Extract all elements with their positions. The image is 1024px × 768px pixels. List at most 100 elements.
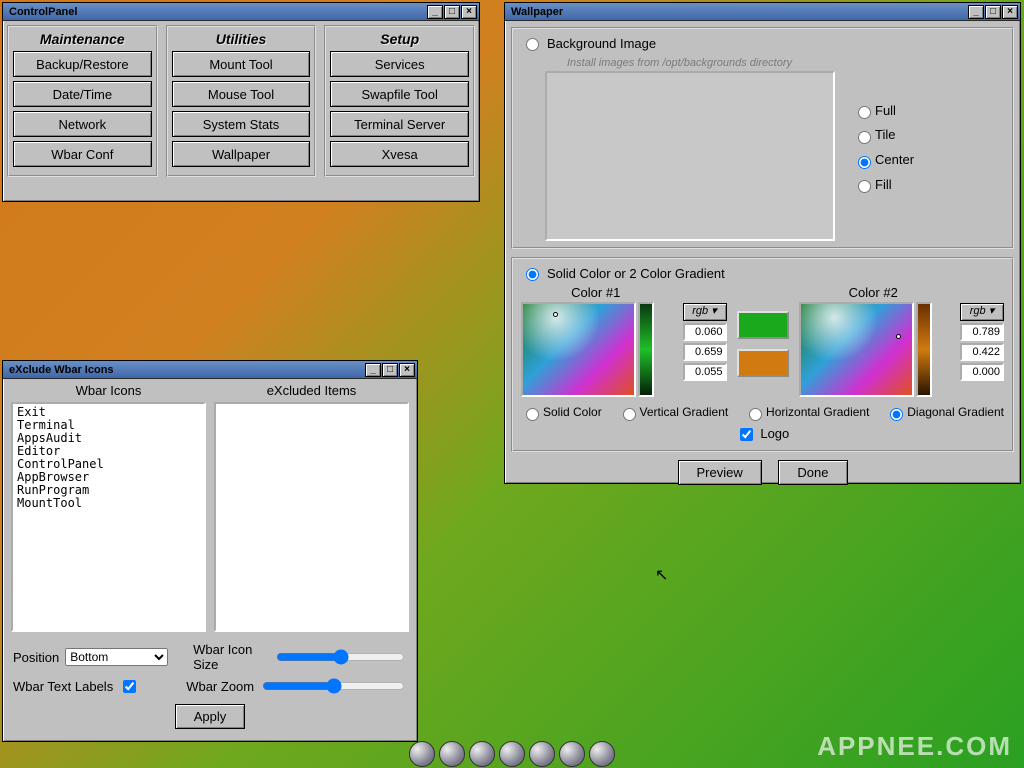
color2-huebar[interactable]: [916, 302, 932, 397]
group-heading: Utilities: [172, 31, 311, 47]
taskbar-icon[interactable]: [529, 741, 555, 767]
taskbar-icon[interactable]: [439, 741, 465, 767]
background-hint: Install images from /opt/backgrounds dir…: [567, 57, 792, 69]
title-wallpaper: Wallpaper: [511, 6, 563, 18]
titlebar-wallpaper[interactable]: Wallpaper _ □ ×: [505, 3, 1020, 21]
background-image-section: Background Image Install images from /op…: [511, 27, 1014, 249]
wbar-icons-list[interactable]: ExitTerminalAppsAuditEditorControlPanelA…: [11, 402, 206, 632]
color2-picker: Color #2: [799, 285, 949, 397]
maximize-button[interactable]: □: [985, 5, 1001, 19]
cp-button-swapfile-tool[interactable]: Swapfile Tool: [330, 81, 469, 107]
minimize-button[interactable]: _: [968, 5, 984, 19]
textlabels-label: Wbar Text Labels: [13, 679, 113, 694]
position-label: Position: [13, 650, 59, 665]
bgmode-radio-fill[interactable]: [858, 180, 871, 193]
maximize-button[interactable]: □: [382, 363, 398, 377]
cp-button-mount-tool[interactable]: Mount Tool: [172, 51, 311, 77]
swatch-color1[interactable]: [737, 311, 789, 339]
taskbar-icon[interactable]: [589, 741, 615, 767]
cp-button-network[interactable]: Network: [13, 111, 152, 137]
cp-button-system-stats[interactable]: System Stats: [172, 111, 311, 137]
zoom-slider[interactable]: [262, 678, 405, 694]
color2-g-input[interactable]: [960, 343, 1004, 361]
bgmode-radio-tile[interactable]: [858, 131, 871, 144]
cp-button-wbar-conf[interactable]: Wbar Conf: [13, 141, 152, 167]
color1-gradient[interactable]: [521, 302, 636, 397]
color1-huebar[interactable]: [638, 302, 654, 397]
close-button[interactable]: ×: [461, 5, 477, 19]
cp-button-terminal-server[interactable]: Terminal Server: [330, 111, 469, 137]
cp-button-xvesa[interactable]: Xvesa: [330, 141, 469, 167]
close-button[interactable]: ×: [399, 363, 415, 377]
color2-r-input[interactable]: [960, 323, 1004, 341]
excluded-items-list[interactable]: [214, 402, 409, 632]
gradtype-horizontal-gradient[interactable]: Horizontal Gradient: [744, 405, 869, 421]
minimize-button[interactable]: _: [365, 363, 381, 377]
bgmode-radio-center[interactable]: [858, 156, 871, 169]
wbar-icons-label: Wbar Icons: [11, 383, 206, 398]
window-controlpanel: ControlPanel _ □ × MaintenanceBackup/Res…: [2, 2, 480, 202]
taskbar-icon[interactable]: [499, 741, 525, 767]
iconsize-slider[interactable]: [276, 649, 405, 665]
cursor-icon: ↖: [655, 565, 668, 585]
textlabels-checkbox[interactable]: [123, 680, 136, 693]
color1-r-input[interactable]: [683, 323, 727, 341]
color1-label: Color #1: [521, 285, 671, 300]
taskbar-icon[interactable]: [559, 741, 585, 767]
cp-button-services[interactable]: Services: [330, 51, 469, 77]
list-item[interactable]: MountTool: [17, 497, 200, 510]
maximize-button[interactable]: □: [444, 5, 460, 19]
bgmode-full[interactable]: Full: [853, 103, 914, 120]
titlebar-exclude[interactable]: eXclude Wbar Icons _ □ ×: [3, 361, 417, 379]
window-exclude-wbar: eXclude Wbar Icons _ □ × Wbar Icons Exit…: [2, 360, 418, 742]
bgmode-center[interactable]: Center: [853, 152, 914, 169]
color-gradient-label: Solid Color or 2 Color Gradient: [547, 266, 725, 281]
color1-picker: Color #1: [521, 285, 671, 397]
cp-button-backup-restore[interactable]: Backup/Restore: [13, 51, 152, 77]
title-exclude: eXclude Wbar Icons: [9, 364, 114, 376]
gradtype-vertical-gradient[interactable]: Vertical Gradient: [618, 405, 729, 421]
bgmode-radio-full[interactable]: [858, 106, 871, 119]
rgb-mode-2[interactable]: rgb ▾: [960, 303, 1004, 321]
apply-button[interactable]: Apply: [175, 704, 246, 729]
color2-gradient[interactable]: [799, 302, 914, 397]
gradtype-radio[interactable]: [890, 408, 903, 421]
done-button[interactable]: Done: [778, 460, 847, 485]
background-preview[interactable]: Install images from /opt/backgrounds dir…: [545, 71, 835, 241]
watermark: APPNEE.COM: [817, 731, 1012, 762]
gradtype-radio[interactable]: [526, 408, 539, 421]
position-select[interactable]: Bottom: [65, 648, 167, 666]
minimize-button[interactable]: _: [427, 5, 443, 19]
group-heading: Setup: [330, 31, 469, 47]
rgb-mode-1[interactable]: rgb ▾: [683, 303, 727, 321]
swatch-color2[interactable]: [737, 349, 789, 377]
cp-button-date-time[interactable]: Date/Time: [13, 81, 152, 107]
titlebar-controlpanel[interactable]: ControlPanel _ □ ×: [3, 3, 479, 21]
title-controlpanel: ControlPanel: [9, 6, 77, 18]
window-wallpaper: Wallpaper _ □ × Background Image Install…: [504, 2, 1021, 484]
background-image-label: Background Image: [547, 36, 656, 51]
gradtype-radio[interactable]: [749, 408, 762, 421]
bgmode-fill[interactable]: Fill: [853, 177, 914, 194]
cp-button-wallpaper[interactable]: Wallpaper: [172, 141, 311, 167]
color1-g-input[interactable]: [683, 343, 727, 361]
background-image-radio[interactable]: [526, 38, 539, 51]
iconsize-label: Wbar Icon Size: [193, 642, 268, 672]
gradtype-diagonal-gradient[interactable]: Diagonal Gradient: [885, 405, 1004, 421]
color-gradient-section: Solid Color or 2 Color Gradient Color #1…: [511, 257, 1014, 452]
preview-button[interactable]: Preview: [678, 460, 762, 485]
taskbar-icon[interactable]: [469, 741, 495, 767]
excluded-items-label: eXcluded Items: [214, 383, 409, 398]
close-button[interactable]: ×: [1002, 5, 1018, 19]
color1-b-input[interactable]: [683, 363, 727, 381]
taskbar-icon[interactable]: [409, 741, 435, 767]
logo-label: Logo: [760, 426, 789, 441]
bgmode-tile[interactable]: Tile: [853, 127, 914, 144]
color2-b-input[interactable]: [960, 363, 1004, 381]
color-gradient-radio[interactable]: [526, 268, 539, 281]
logo-checkbox[interactable]: [740, 428, 753, 441]
cp-button-mouse-tool[interactable]: Mouse Tool: [172, 81, 311, 107]
gradtype-radio[interactable]: [623, 408, 636, 421]
gradtype-solid-color[interactable]: Solid Color: [521, 405, 602, 421]
desktop: ControlPanel _ □ × MaintenanceBackup/Res…: [0, 0, 1024, 768]
